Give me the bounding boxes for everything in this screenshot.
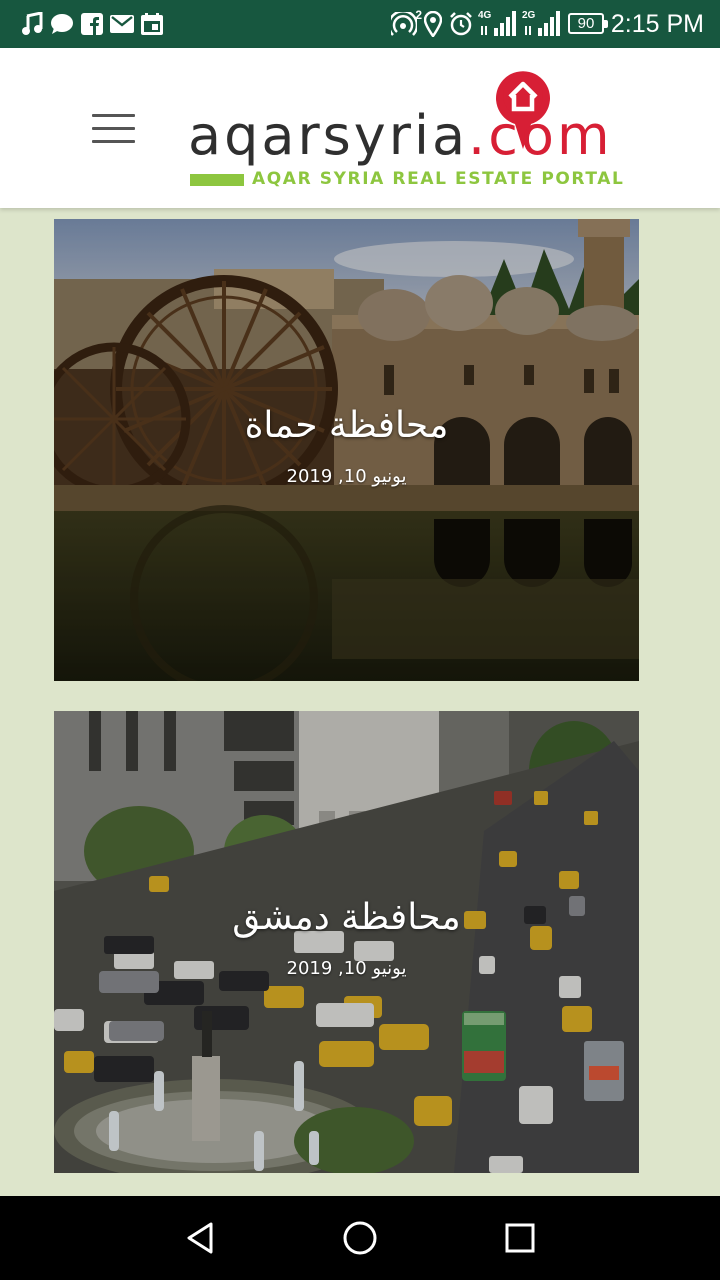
logo-wordmark: aqarsyria.com — [188, 106, 613, 166]
logo-accent-bar — [190, 174, 244, 186]
signal-icon: 2G — [522, 10, 562, 38]
hamburger-menu-icon[interactable] — [92, 114, 135, 144]
system-nav-bar — [0, 1196, 720, 1280]
alarm-icon — [448, 10, 474, 38]
facebook-icon — [80, 10, 104, 38]
hotspot-count: 2 — [415, 8, 422, 22]
logo-wordmark-dot: . — [468, 104, 489, 167]
location-icon — [423, 10, 443, 38]
clock: 2:15 PM — [610, 10, 704, 38]
post-card-hama[interactable]: محافظة حماة يونيو 10, 2019 — [54, 219, 639, 681]
logo-tagline: AQAR SYRIA REAL ESTATE PORTAL — [252, 169, 625, 189]
card-overlay — [54, 219, 639, 681]
app-header: aqarsyria.com AQAR SYRIA REAL ESTATE POR… — [0, 48, 720, 208]
post-title[interactable]: محافظة حماة — [54, 404, 639, 448]
calendar-icon — [140, 10, 164, 38]
post-card-damascus[interactable]: محافظة دمشق يونيو 10, 2019 — [54, 711, 639, 1173]
battery-icon: 90 — [568, 13, 608, 34]
logo-wordmark-name: aqarsyria — [188, 104, 469, 167]
logo-wordmark-tld: com — [488, 104, 613, 167]
post-date: يونيو 10, 2019 — [286, 958, 407, 979]
post-title[interactable]: محافظة دمشق — [54, 896, 639, 940]
signal-icon: 4G — [478, 10, 518, 38]
post-date: يونيو 10, 2019 — [286, 466, 407, 487]
music-icon — [20, 10, 44, 38]
hotspot-icon: 2 — [386, 8, 422, 38]
status-bar: 2 4G 2G 90 2:15 PM — [0, 0, 720, 48]
home-icon[interactable] — [338, 1216, 382, 1260]
battery-level: 90 — [577, 15, 595, 32]
back-icon[interactable] — [178, 1216, 222, 1260]
recents-icon[interactable] — [498, 1216, 542, 1260]
site-logo[interactable]: aqarsyria.com AQAR SYRIA REAL ESTATE POR… — [188, 66, 658, 196]
mail-icon — [109, 10, 135, 38]
chat-icon — [49, 10, 75, 38]
card-overlay — [54, 711, 639, 1173]
